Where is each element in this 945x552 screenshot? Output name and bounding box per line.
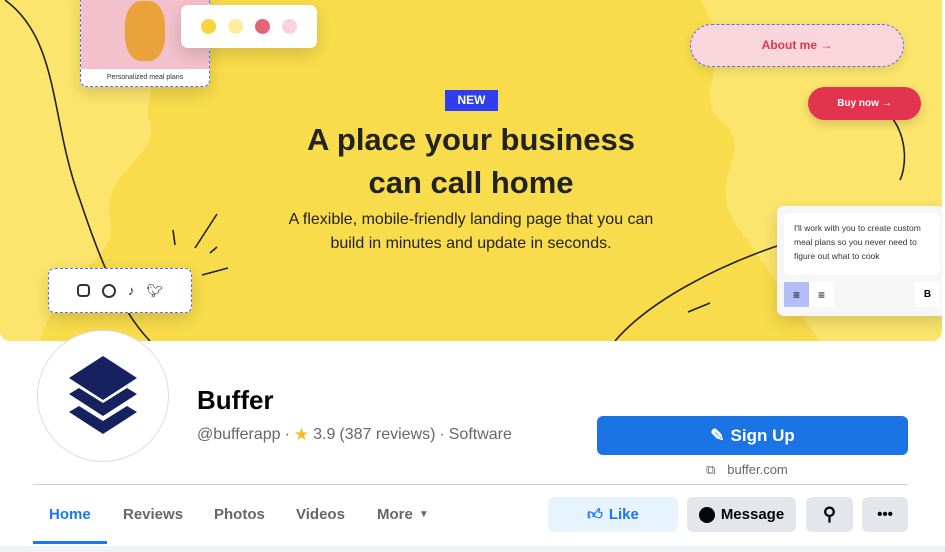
sign-up-button[interactable]: ✎ Sign Up — [597, 416, 908, 455]
cover-headline: A place your business can call home — [0, 118, 942, 204]
tab-more-label: More — [377, 506, 413, 523]
search-button[interactable]: ⚲ — [806, 497, 853, 532]
text-editor-card: I'll work with you to create custom meal… — [777, 206, 942, 316]
tab-videos[interactable]: Videos — [296, 506, 345, 523]
divider — [33, 484, 908, 485]
page-handle: @bufferapp — [197, 426, 281, 443]
messenger-icon — [698, 506, 715, 523]
about-me-button: About me → — [690, 24, 904, 67]
more-options-button[interactable]: ••• — [862, 497, 908, 532]
like-label: Like — [608, 506, 639, 523]
color-swatches — [181, 5, 317, 48]
youtube-icon — [101, 283, 116, 298]
like-button[interactable]: 👍︎ Like — [548, 497, 678, 532]
review-count[interactable]: (387 reviews) — [339, 426, 435, 444]
tab-home[interactable]: Home — [49, 506, 91, 523]
swatch — [282, 19, 297, 34]
headline-line: can call home — [368, 165, 574, 200]
swatch — [228, 19, 243, 34]
tiktok-icon: ♪ — [127, 283, 135, 298]
separator: · — [439, 426, 445, 443]
editor-text: I'll work with you to create custom meal… — [784, 213, 940, 275]
more-dots-icon: ••• — [877, 506, 893, 523]
instagram-icon — [76, 284, 90, 297]
message-button[interactable]: Message — [687, 497, 796, 532]
tab-reviews[interactable]: Reviews — [123, 506, 183, 523]
buy-now-button: Buy now → — [808, 87, 921, 120]
bold-button: B — [915, 282, 940, 307]
page-background — [0, 546, 945, 552]
star-icon: ★ — [293, 425, 310, 444]
tab-photos[interactable]: Photos — [214, 506, 265, 523]
cover-photo: Personalized meal plans NEW A place your… — [0, 0, 942, 341]
category[interactable]: Software — [449, 426, 512, 444]
page-meta: @bufferapp · ★ 3.9 (387 reviews) · Softw… — [197, 425, 512, 445]
headline-line: A place your business — [307, 122, 635, 157]
caret-down-icon: ▼ — [418, 509, 429, 520]
social-links-card: ♪ 🐦︎ — [48, 268, 192, 313]
search-icon: ⚲ — [822, 504, 837, 524]
message-label: Message — [720, 506, 785, 523]
external-link-icon: ⧉ — [706, 462, 716, 477]
page-name: Buffer — [197, 385, 274, 415]
pencil-icon: ✎ — [710, 425, 725, 445]
profile-avatar[interactable] — [37, 330, 169, 462]
swatch — [255, 19, 270, 34]
swatch — [201, 19, 216, 34]
website-label: buffer.com — [727, 462, 788, 477]
new-badge: NEW — [445, 90, 498, 111]
active-tab-indicator — [33, 541, 107, 544]
sign-up-label: Sign Up — [730, 425, 795, 445]
separator: · — [284, 426, 290, 443]
website-link[interactable]: ⧉ buffer.com — [706, 462, 788, 478]
align-center-icon: ≡ — [809, 282, 834, 307]
card-caption: Personalized meal plans — [106, 74, 184, 81]
buffer-logo-icon — [69, 356, 137, 434]
twitter-icon: 🐦︎ — [146, 282, 163, 298]
rating: 3.9 — [313, 426, 336, 443]
thumbs-up-icon: 👍︎ — [587, 505, 603, 523]
align-left-icon: ≡ — [784, 282, 809, 307]
tab-more[interactable]: More ▼ — [377, 506, 429, 524]
